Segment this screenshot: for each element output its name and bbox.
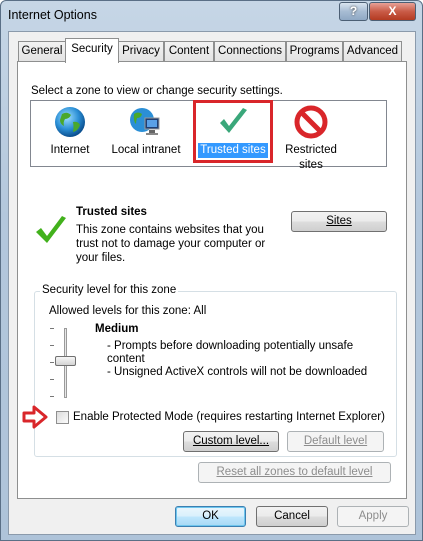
ok-button[interactable]: OK bbox=[175, 506, 246, 527]
annotation-arrow-icon bbox=[22, 405, 48, 429]
security-level-name: Medium bbox=[95, 323, 139, 335]
tab-content[interactable]: Content bbox=[164, 41, 214, 61]
tab-privacy[interactable]: Privacy bbox=[118, 41, 164, 61]
default-level-button-label: Default level bbox=[303, 435, 368, 447]
internet-options-window: Internet Options ? X General Security Pr… bbox=[0, 0, 423, 541]
zone-prompt: Select a zone to view or change security… bbox=[31, 85, 283, 97]
reset-all-zones-button-label: Reset all zones to default level bbox=[216, 466, 373, 478]
security-level-group-label: Security level for this zone bbox=[40, 284, 179, 296]
dialog-client-area: General Security Privacy Content Connect… bbox=[8, 31, 416, 535]
tab-connections[interactable]: Connections bbox=[214, 41, 286, 61]
window-title: Internet Options bbox=[8, 8, 97, 22]
title-bar[interactable]: Internet Options ? X bbox=[1, 1, 422, 31]
tab-security[interactable]: Security bbox=[65, 38, 119, 63]
zone-internet-label: Internet bbox=[50, 144, 90, 156]
custom-level-button-label: Custom level... bbox=[192, 435, 270, 447]
close-button[interactable]: X bbox=[369, 2, 416, 21]
zone-list: Internet Local intranet Trusted sites Re… bbox=[30, 100, 387, 171]
slider-tick bbox=[50, 328, 54, 329]
tab-advanced[interactable]: Advanced bbox=[343, 41, 402, 61]
slider-tick bbox=[50, 379, 54, 380]
protected-mode-checkbox[interactable] bbox=[56, 411, 69, 424]
allowed-levels-text: Allowed levels for this zone: All bbox=[49, 305, 207, 317]
zone-restricted-label-line2: sites bbox=[299, 159, 323, 171]
help-button[interactable]: ? bbox=[339, 2, 368, 21]
security-tab-panel: Select a zone to view or change security… bbox=[17, 61, 407, 499]
zone-detail-description: This zone contains websites that you tru… bbox=[76, 224, 266, 264]
default-level-button[interactable]: Default level bbox=[287, 431, 384, 452]
zone-restricted-sites[interactable]: Restricted sites bbox=[279, 105, 343, 173]
reset-all-zones-button[interactable]: Reset all zones to default level bbox=[198, 462, 391, 483]
level-bullet-1: - Prompts before downloading potentially… bbox=[107, 340, 354, 365]
sites-button[interactable]: Sites bbox=[291, 211, 387, 232]
sites-button-label: Sites bbox=[326, 215, 352, 227]
restricted-icon bbox=[294, 105, 328, 139]
custom-level-button[interactable]: Custom level... bbox=[183, 431, 279, 452]
protected-mode-label[interactable]: Enable Protected Mode (requires restarti… bbox=[73, 411, 385, 423]
security-level-group: Security level for this zone Allowed lev… bbox=[22, 284, 397, 457]
tab-programs[interactable]: Programs bbox=[286, 41, 343, 61]
level-bullet-2: - Unsigned ActiveX controls will not be … bbox=[107, 366, 368, 378]
annotation-highlight-frame bbox=[193, 100, 273, 163]
trusted-checkmark-icon bbox=[36, 216, 66, 243]
slider-tick bbox=[50, 345, 54, 346]
globe-icon bbox=[55, 107, 85, 137]
zone-local-intranet[interactable]: Local intranet bbox=[108, 105, 184, 158]
security-level-slider-thumb[interactable] bbox=[55, 356, 76, 366]
apply-button[interactable]: Apply bbox=[337, 506, 409, 527]
zone-restricted-label-line1: Restricted bbox=[285, 144, 337, 156]
slider-tick bbox=[50, 362, 54, 363]
slider-tick bbox=[50, 396, 54, 397]
zone-internet[interactable]: Internet bbox=[40, 105, 100, 158]
zone-detail-title: Trusted sites bbox=[76, 206, 147, 218]
intranet-icon bbox=[130, 108, 160, 135]
cancel-button[interactable]: Cancel bbox=[256, 506, 328, 527]
zone-local-intranet-label: Local intranet bbox=[111, 144, 181, 156]
tab-general[interactable]: General bbox=[18, 41, 66, 61]
